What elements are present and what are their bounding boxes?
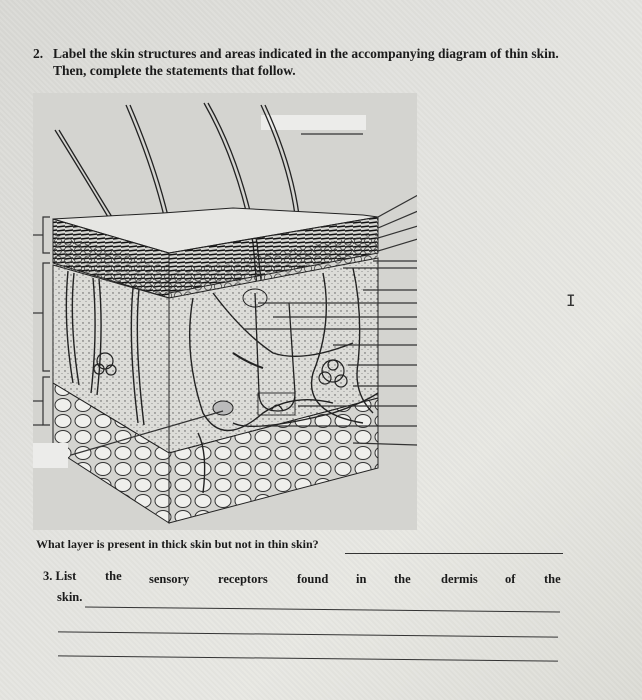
text-cursor-icon: I	[566, 291, 576, 310]
question-3-word: found	[297, 572, 329, 586]
answer-line-3-2[interactable]	[58, 631, 558, 638]
thin-skin-diagram	[33, 93, 417, 530]
question-3-word: sensory	[149, 572, 190, 586]
question-3-word: dermis	[441, 572, 478, 586]
label-box-top	[261, 115, 366, 130]
question-2-line-2: Then, complete the statements that follo…	[53, 63, 296, 78]
skin-diagram-svg	[33, 102, 417, 524]
question-3-word: the	[105, 569, 122, 583]
question-2-line-1: Label the skin structures and areas indi…	[53, 46, 559, 61]
question-2-number: 2.	[33, 46, 44, 61]
question-3-word: in	[356, 572, 367, 586]
question-3-word: 3. List	[43, 569, 77, 583]
question-3-word: the	[544, 572, 561, 586]
question-3-word: of	[505, 572, 516, 586]
question-3-continuation: skin.	[57, 590, 83, 604]
question-3-word: the	[394, 572, 411, 586]
answer-line-3-1[interactable]	[85, 606, 560, 613]
question-2: 2. Label the skin structures and areas i…	[33, 45, 623, 79]
worksheet-page: 2. Label the skin structures and areas i…	[0, 0, 642, 700]
question-3-word: receptors	[218, 572, 268, 586]
question-thick-skin: What layer is present in thick skin but …	[36, 537, 319, 551]
answer-line-3-3[interactable]	[58, 655, 558, 662]
answer-line-thick-skin[interactable]	[345, 553, 563, 554]
left-brackets	[33, 216, 50, 426]
label-box-bottom-left	[33, 443, 68, 468]
